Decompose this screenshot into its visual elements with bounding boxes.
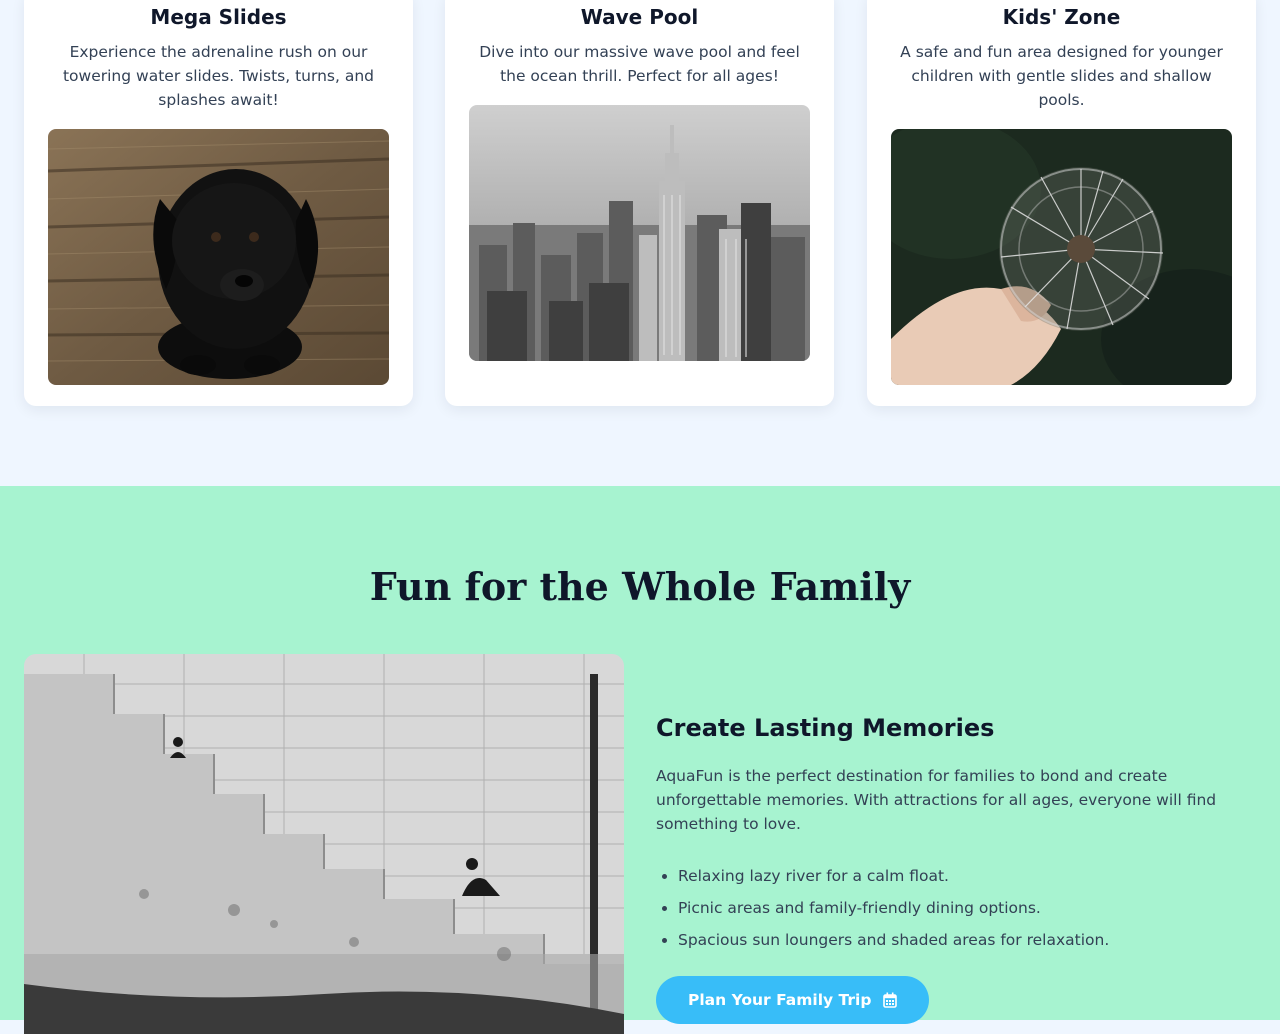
stone-steps-photo: [24, 654, 624, 1034]
attraction-title: Wave Pool: [580, 5, 699, 29]
list-item: Picnic areas and family-friendly dining …: [678, 892, 1246, 924]
list-item: Spacious sun loungers and shaded areas f…: [678, 924, 1246, 956]
family-description: AquaFun is the perfect destination for f…: [656, 767, 1217, 833]
calendar-icon: [883, 992, 898, 1008]
city-skyline-photo: [469, 105, 810, 361]
feature-list: Relaxing lazy river for a calm float. Pi…: [656, 860, 1246, 956]
plan-family-trip-button[interactable]: Plan Your Family Trip: [656, 976, 930, 1024]
attractions-section: Mega Slides Experience the adrenaline ru…: [0, 0, 1280, 486]
attraction-title: Mega Slides: [150, 5, 287, 29]
attraction-card-wave-pool: Wave Pool Dive into our massive wave poo…: [445, 0, 834, 406]
attraction-title: Kids' Zone: [1002, 5, 1121, 29]
cta-label: Plan Your Family Trip: [688, 991, 872, 1009]
attraction-card-mega-slides: Mega Slides Experience the adrenaline ru…: [24, 0, 413, 406]
family-heading: Create Lasting Memories: [656, 714, 995, 742]
black-puppy-photo: [48, 129, 389, 385]
family-section: Fun for the Whole Family Create Lasting …: [0, 486, 1280, 1034]
section-title: Fun for the Whole Family: [369, 564, 911, 609]
family-info: Create Lasting Memories AquaFun is the p…: [656, 710, 1246, 1024]
list-item: Relaxing lazy river for a calm float.: [678, 860, 1246, 892]
attraction-card-kids-zone: Kids' Zone A safe and fun area designed …: [867, 0, 1256, 406]
attraction-description: A safe and fun area designed for younger…: [900, 43, 1223, 109]
attraction-description: Dive into our massive wave pool and feel…: [479, 43, 800, 85]
attraction-description: Experience the adrenaline rush on our to…: [62, 43, 374, 109]
dandelion-photo: [891, 129, 1232, 385]
